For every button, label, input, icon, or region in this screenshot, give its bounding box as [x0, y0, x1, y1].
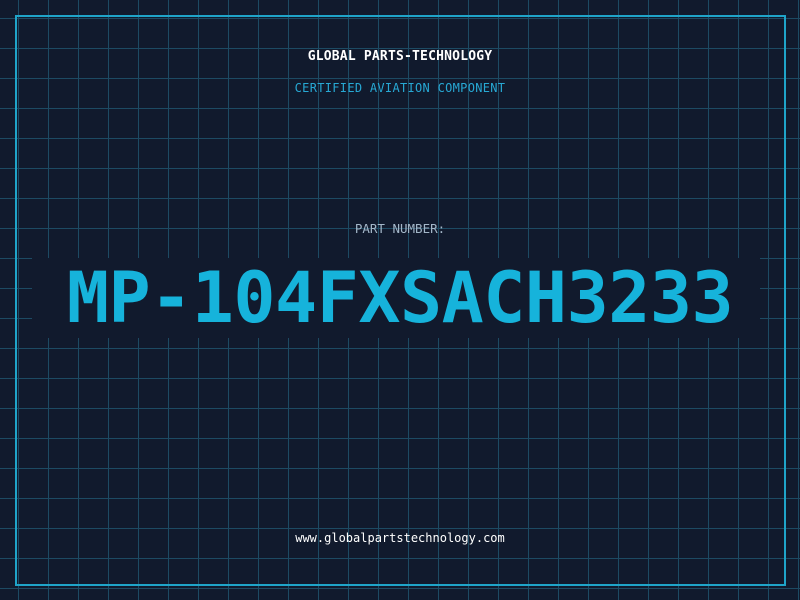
- part-number-label: PART NUMBER:: [354, 221, 446, 236]
- website-url: www.globalpartstechnology.com: [295, 531, 505, 545]
- part-number-value: MP-104FXSACH3233: [66, 257, 734, 339]
- certification-subtitle: CERTIFIED AVIATION COMPONENT: [294, 81, 506, 95]
- company-name: GLOBAL PARTS-TECHNOLOGY: [307, 49, 493, 64]
